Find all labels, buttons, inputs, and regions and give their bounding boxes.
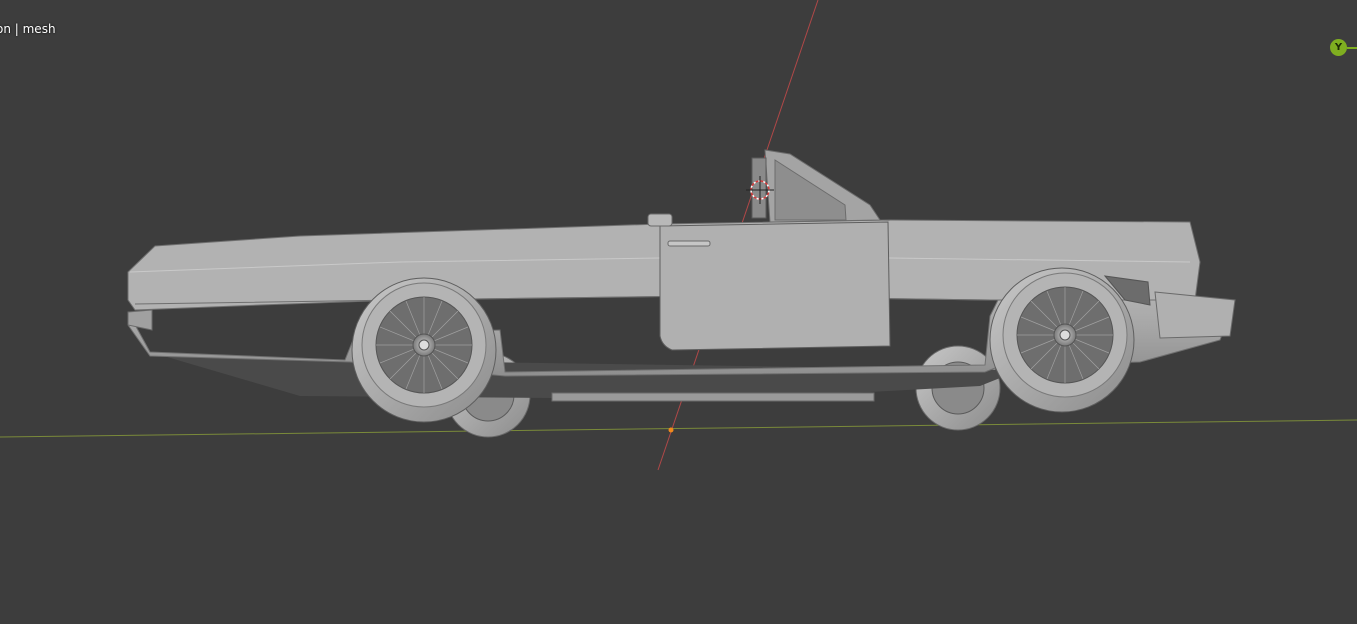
gizmo-y-axis-icon[interactable]: Y — [1330, 39, 1347, 56]
object-info-text: on | mesh — [0, 22, 56, 36]
door-handle — [667, 240, 711, 247]
3d-viewport[interactable]: on | mesh Y — [0, 0, 1357, 624]
rear-near-wheel — [351, 277, 497, 423]
side-skirt — [551, 392, 875, 402]
windshield — [751, 149, 881, 223]
scene-canvas[interactable] — [0, 0, 1357, 624]
object-origin-icon[interactable] — [668, 427, 674, 433]
gizmo-y-axis-line — [1347, 47, 1357, 49]
y-axis-line — [0, 419, 1357, 438]
headrest — [647, 213, 673, 227]
front-near-wheel — [989, 267, 1135, 413]
